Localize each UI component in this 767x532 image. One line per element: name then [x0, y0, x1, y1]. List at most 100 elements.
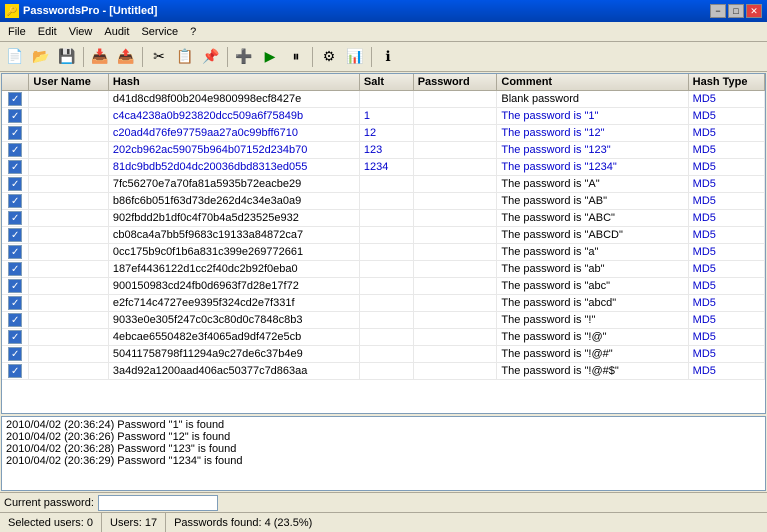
checkbox-icon: ✓	[8, 228, 22, 242]
row-salt: 12	[359, 125, 413, 142]
row-checkbox[interactable]: ✓	[2, 363, 29, 380]
row-checkbox[interactable]: ✓	[2, 312, 29, 329]
checkbox-icon: ✓	[8, 211, 22, 225]
table-row[interactable]: ✓c20ad4d76fe97759aa27a0c99bff671012The p…	[2, 125, 765, 142]
row-checkbox[interactable]: ✓	[2, 210, 29, 227]
toolbar-run[interactable]: ▶	[258, 45, 282, 69]
row-username	[29, 329, 108, 346]
menu-file[interactable]: File	[2, 24, 32, 40]
toolbar-paste[interactable]: 📌	[199, 45, 223, 69]
row-checkbox[interactable]: ✓	[2, 346, 29, 363]
table-container[interactable]: User Name Hash Salt Password Comment Has…	[1, 73, 766, 414]
toolbar-new[interactable]: 📄	[3, 45, 27, 69]
row-hash: 187ef4436122d1cc2f40dc2b92f0eba0	[108, 261, 359, 278]
row-hashtype: MD5	[688, 363, 764, 380]
row-comment: The password is "!"	[497, 312, 688, 329]
table-row[interactable]: ✓202cb962ac59075b964b07152d234b70123The …	[2, 142, 765, 159]
table-row[interactable]: ✓9033e0e305f247c0c3c80d0c7848c8b3The pas…	[2, 312, 765, 329]
row-checkbox[interactable]: ✓	[2, 227, 29, 244]
maximize-button[interactable]: □	[728, 4, 744, 18]
toolbar-copy[interactable]: 📋	[173, 45, 197, 69]
toolbar-save[interactable]: 💾	[55, 45, 79, 69]
table-row[interactable]: ✓d41d8cd98f00b204e9800998ecf8427eBlank p…	[2, 91, 765, 108]
current-password-label: Current password:	[4, 497, 94, 509]
table-row[interactable]: ✓7fc56270e7a70fa81a5935b72eacbe29The pas…	[2, 176, 765, 193]
row-comment: The password is "abc"	[497, 278, 688, 295]
toolbar-info[interactable]: ℹ	[376, 45, 400, 69]
table-row[interactable]: ✓e2fc714c4727ee9395f324cd2e7f331fThe pas…	[2, 295, 765, 312]
row-checkbox[interactable]: ✓	[2, 91, 29, 108]
menu-audit[interactable]: Audit	[98, 24, 135, 40]
row-checkbox[interactable]: ✓	[2, 108, 29, 125]
row-checkbox[interactable]: ✓	[2, 159, 29, 176]
row-checkbox[interactable]: ✓	[2, 244, 29, 261]
row-password	[413, 278, 497, 295]
toolbar-import[interactable]: 📥	[88, 45, 112, 69]
row-salt	[359, 244, 413, 261]
row-username	[29, 363, 108, 380]
current-password-input[interactable]	[98, 495, 218, 511]
row-comment: The password is "1234"	[497, 159, 688, 176]
row-checkbox[interactable]: ✓	[2, 125, 29, 142]
toolbar-export[interactable]: 📤	[114, 45, 138, 69]
row-checkbox[interactable]: ✓	[2, 261, 29, 278]
row-hashtype: MD5	[688, 91, 764, 108]
row-checkbox[interactable]: ✓	[2, 142, 29, 159]
log-line: 2010/04/02 (20:36:24) Password "1" is fo…	[6, 419, 761, 431]
row-salt	[359, 261, 413, 278]
table-row[interactable]: ✓c4ca4238a0b923820dcc509a6f75849b1The pa…	[2, 108, 765, 125]
row-comment: The password is "123"	[497, 142, 688, 159]
row-checkbox[interactable]: ✓	[2, 176, 29, 193]
row-username	[29, 108, 108, 125]
row-hash: 3a4d92a1200aad406ac50377c7d863aa	[108, 363, 359, 380]
row-hashtype: MD5	[688, 125, 764, 142]
toolbar-sep-4	[312, 47, 313, 67]
row-checkbox[interactable]: ✓	[2, 193, 29, 210]
row-hashtype: MD5	[688, 142, 764, 159]
toolbar-cut[interactable]: ✂	[147, 45, 171, 69]
toolbar-pause[interactable]: ⏸	[284, 45, 308, 69]
row-hashtype: MD5	[688, 176, 764, 193]
toolbar-open[interactable]: 📂	[29, 45, 53, 69]
toolbar-sep-1	[83, 47, 84, 67]
passwords-found-status: Passwords found: 4 (23.5%)	[166, 513, 320, 532]
row-comment: The password is "A"	[497, 176, 688, 193]
row-password	[413, 329, 497, 346]
table-row[interactable]: ✓4ebcae6550482e3f4065ad9df472e5cbThe pas…	[2, 329, 765, 346]
table-row[interactable]: ✓902fbdd2b1df0c4f70b4a5d23525e932The pas…	[2, 210, 765, 227]
row-checkbox[interactable]: ✓	[2, 295, 29, 312]
toolbar-stats[interactable]: 📊	[343, 45, 367, 69]
row-hashtype: MD5	[688, 329, 764, 346]
row-username	[29, 295, 108, 312]
row-username	[29, 346, 108, 363]
table-row[interactable]: ✓cb08ca4a7bb5f9683c19133a84872ca7The pas…	[2, 227, 765, 244]
row-password	[413, 176, 497, 193]
menu-view[interactable]: View	[63, 24, 99, 40]
row-salt	[359, 363, 413, 380]
row-hash: d41d8cd98f00b204e9800998ecf8427e	[108, 91, 359, 108]
table-row[interactable]: ✓0cc175b9c0f1b6a831c399e269772661The pas…	[2, 244, 765, 261]
table-row[interactable]: ✓187ef4436122d1cc2f40dc2b92f0eba0The pas…	[2, 261, 765, 278]
row-salt	[359, 176, 413, 193]
table-row[interactable]: ✓81dc9bdb52d04dc20036dbd8313ed0551234The…	[2, 159, 765, 176]
row-checkbox[interactable]: ✓	[2, 278, 29, 295]
toolbar-settings[interactable]: ⚙	[317, 45, 341, 69]
row-username	[29, 244, 108, 261]
row-checkbox[interactable]: ✓	[2, 329, 29, 346]
col-header-username: User Name	[29, 74, 108, 91]
title-controls[interactable]: − □ ✕	[710, 4, 762, 18]
minimize-button[interactable]: −	[710, 4, 726, 18]
row-comment: The password is "ABC"	[497, 210, 688, 227]
menu-help[interactable]: ?	[184, 24, 202, 40]
menu-edit[interactable]: Edit	[32, 24, 63, 40]
log-area: 2010/04/02 (20:36:24) Password "1" is fo…	[1, 416, 766, 491]
row-hashtype: MD5	[688, 295, 764, 312]
table-row[interactable]: ✓50411758798f11294a9c27de6c37b4e9The pas…	[2, 346, 765, 363]
table-row[interactable]: ✓b86fc6b051f63d73de262d4c34e3a0a9The pas…	[2, 193, 765, 210]
table-row[interactable]: ✓3a4d92a1200aad406ac50377c7d863aaThe pas…	[2, 363, 765, 380]
table-header: User Name Hash Salt Password Comment Has…	[2, 74, 765, 91]
toolbar-add[interactable]: ➕	[232, 45, 256, 69]
menu-service[interactable]: Service	[135, 24, 184, 40]
close-button[interactable]: ✕	[746, 4, 762, 18]
table-row[interactable]: ✓900150983cd24fb0d6963f7d28e17f72The pas…	[2, 278, 765, 295]
